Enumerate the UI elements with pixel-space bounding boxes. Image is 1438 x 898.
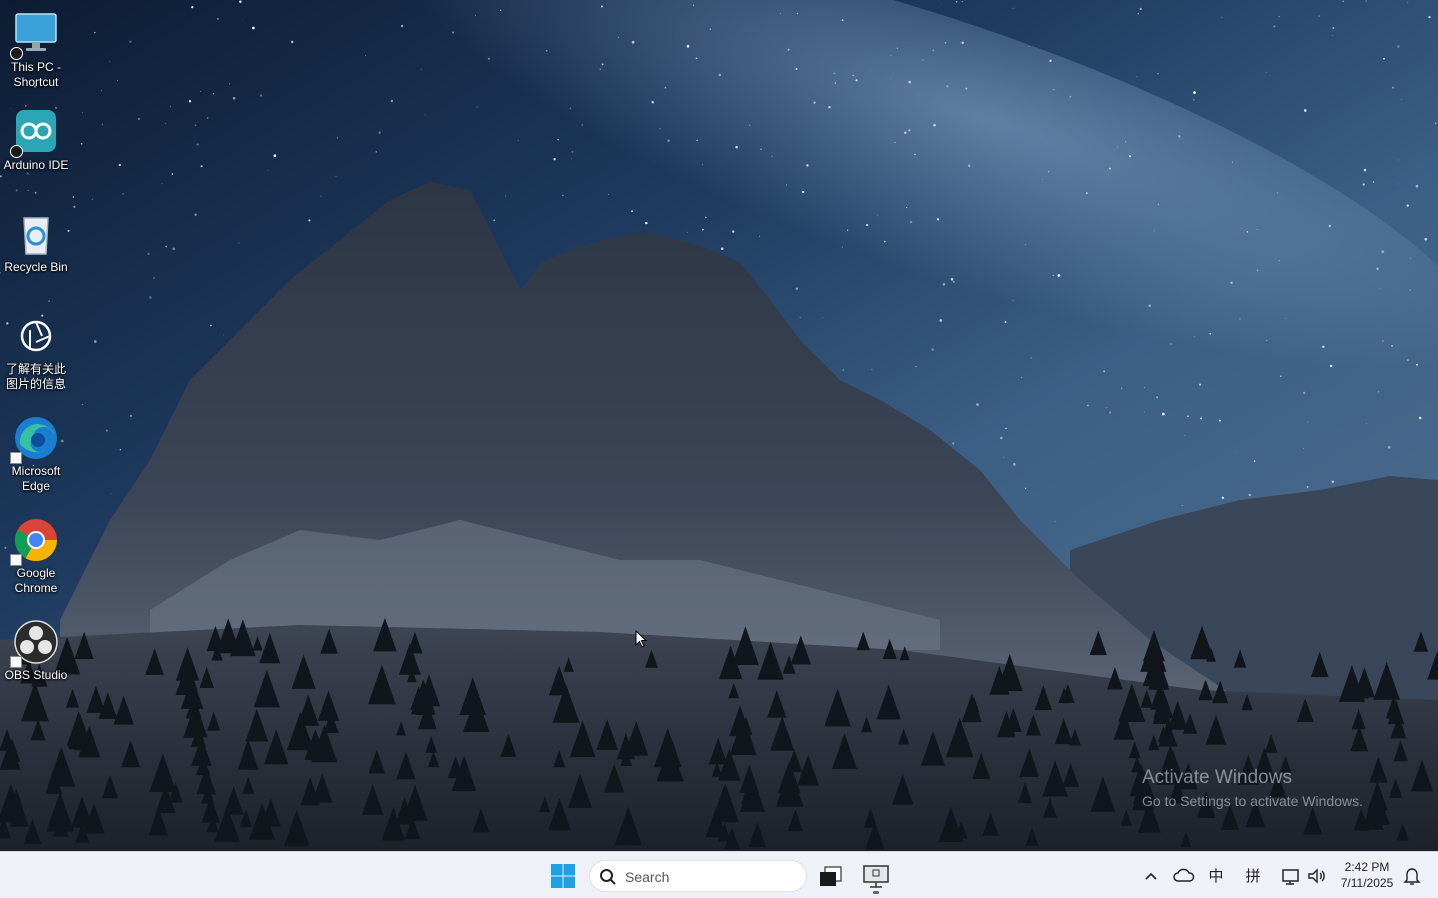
activate-windows-watermark: Activate Windows Go to Settings to activ… <box>1142 767 1363 809</box>
clock-date: 7/11/2025 <box>1340 876 1394 890</box>
task-view-button[interactable] <box>815 860 847 892</box>
notifications-button[interactable] <box>1402 865 1422 887</box>
task-view-icon <box>820 866 842 886</box>
desktop-icon-google-chrome[interactable]: Google Chrome <box>2 516 70 596</box>
start-button[interactable] <box>547 860 579 892</box>
sync-check-icon <box>10 145 23 158</box>
shortcut-arrow-icon <box>10 656 22 668</box>
taskbar: Search 中 拼 2:42 PM 7/11/2025 <box>0 851 1438 898</box>
shortcut-arrow-icon <box>10 452 22 464</box>
desktop-icon-recycle-bin[interactable]: Recycle Bin <box>2 210 70 275</box>
desktop-icon-label: Arduino IDE <box>3 158 69 172</box>
network-icon <box>1282 869 1299 885</box>
bell-icon <box>1403 868 1421 885</box>
active-app-indicator <box>873 891 879 894</box>
remote-desktop-icon <box>863 865 889 888</box>
taskbar-search-box[interactable]: Search <box>589 860 807 892</box>
obs-icon <box>10 618 60 668</box>
pinned-app-remote-desktop[interactable] <box>860 860 892 894</box>
network-tray-button[interactable] <box>1280 865 1302 887</box>
ime-mode-button[interactable]: 中 <box>1205 865 1227 887</box>
search-icon <box>600 869 616 885</box>
clock-time: 2:42 PM <box>1344 860 1390 874</box>
watermark-title: Activate Windows <box>1142 767 1292 788</box>
desktop-icon-this-pc[interactable]: This PC - Shortcut <box>2 10 70 90</box>
desktop-icon-label: Google Chrome <box>14 566 58 595</box>
sync-check-icon <box>10 47 23 60</box>
chevron-up-icon <box>1145 872 1157 880</box>
desktop-icon-label: OBS Studio <box>4 668 68 682</box>
monitor-icon <box>10 10 60 60</box>
watermark-subtitle: Go to Settings to activate Windows. <box>1142 793 1363 809</box>
mouse-cursor-icon <box>635 630 647 648</box>
shortcut-arrow-icon <box>10 554 22 566</box>
show-hidden-icons-button[interactable] <box>1142 865 1160 887</box>
cloud-icon <box>1173 868 1195 882</box>
volume-tray-button[interactable] <box>1306 865 1328 887</box>
onedrive-tray-button[interactable] <box>1172 865 1196 887</box>
desktop-icon-spotlight-info[interactable]: 了解有关此 图片的信息 <box>2 312 70 392</box>
windows-logo-icon <box>551 864 575 888</box>
desktop-icon-label: Microsoft Edge <box>11 464 61 493</box>
desktop-icon-label: Recycle Bin <box>4 260 68 274</box>
edge-icon <box>10 414 60 464</box>
desktop-icon-arduino-ide[interactable]: Arduino IDE <box>2 108 70 173</box>
recycle-bin-icon <box>12 210 60 258</box>
search-placeholder: Search <box>625 869 670 885</box>
desktop-icon-obs-studio[interactable]: OBS Studio <box>2 618 70 683</box>
desktop-wallpaper <box>0 0 1438 851</box>
taskbar-clock[interactable]: 2:42 PM 7/11/2025 <box>1336 859 1398 891</box>
speaker-icon <box>1308 868 1325 884</box>
desktop-icon-label: 了解有关此 图片的信息 <box>5 362 66 391</box>
ime-pinyin-button[interactable]: 拼 <box>1242 865 1264 887</box>
desktop-icon-microsoft-edge[interactable]: Microsoft Edge <box>2 414 70 494</box>
desktop-icon-label: This PC - Shortcut <box>10 60 61 89</box>
camera-lens-icon <box>12 312 60 360</box>
arduino-icon <box>10 108 60 158</box>
chrome-icon <box>10 516 60 566</box>
